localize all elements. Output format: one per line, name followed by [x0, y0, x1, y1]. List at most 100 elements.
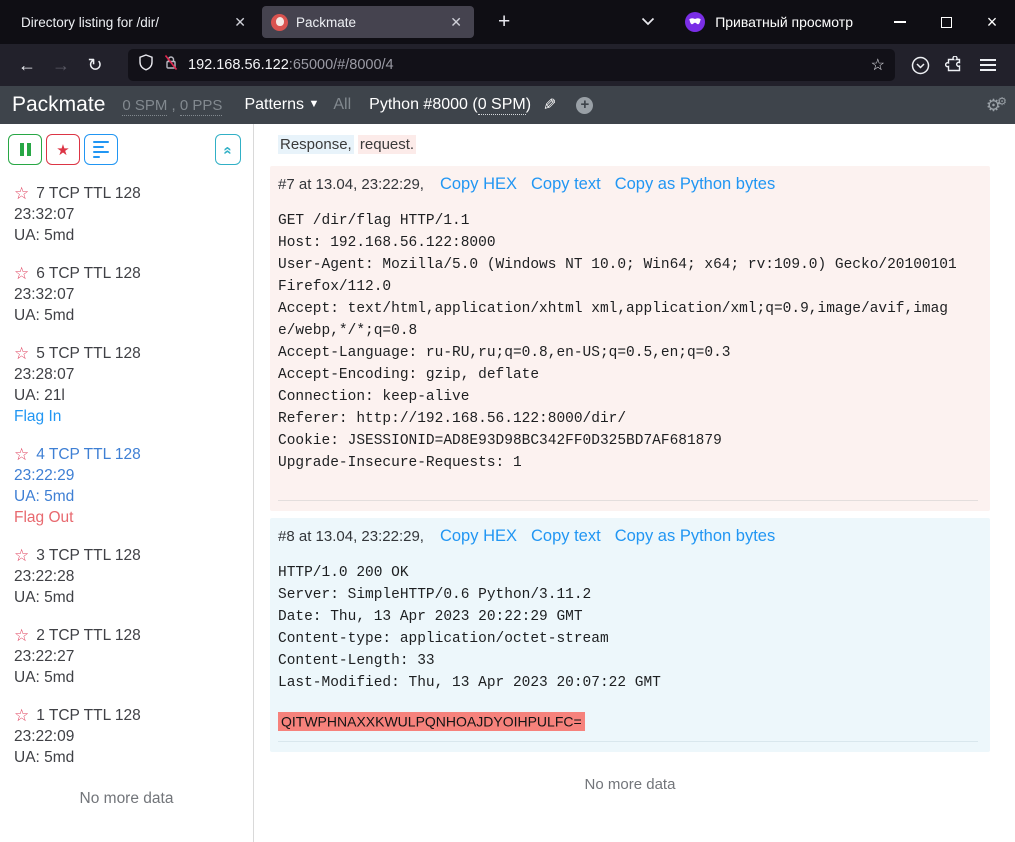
packet-list-item[interactable]: ☆3 TCP TTL 12823:22:28UA: 5md — [0, 545, 253, 608]
add-service-icon[interactable]: + — [576, 97, 593, 114]
packet-list-item[interactable]: ☆ 6 TCP TTL 12823:32:07UA: 5md — [0, 263, 253, 326]
settings-gears-icon[interactable]: ⚙⚙ — [986, 95, 1003, 116]
service-spm-stat: 0 SPM — [478, 96, 526, 115]
tab-packmate[interactable]: Packmate ✕ — [262, 6, 474, 38]
packet-list: ☆7 TCP TTL 12823:32:07UA: 5md☆6 TCP TTL … — [0, 183, 253, 768]
sidebar-toolbar: ★ « — [0, 134, 253, 165]
star-icon[interactable]: ☆ — [14, 446, 29, 463]
flag-in-link[interactable]: Flag In — [14, 406, 245, 427]
packet-entry-time: 23:22:27 — [14, 646, 245, 667]
list-view-button[interactable] — [84, 134, 118, 165]
bookmark-star-icon[interactable]: ☆ — [871, 55, 885, 75]
packet-divider — [278, 500, 978, 501]
close-icon[interactable]: × — [969, 0, 1015, 44]
pause-icon — [20, 143, 31, 156]
packet-entry-label: 6 TCP TTL 128 — [36, 263, 141, 284]
favorite-star-icon: ★ — [56, 141, 69, 159]
tab-close-icon[interactable]: ✕ — [447, 14, 465, 31]
private-browsing-indicator: Приватный просмотр — [685, 12, 853, 32]
star-icon[interactable]: ☆ — [14, 627, 29, 644]
summary-response-mark: Response, — [278, 135, 354, 154]
all-services-link[interactable]: All — [333, 96, 351, 114]
packet-header-label: #8 at 13.04, 23:22:29, — [278, 528, 424, 545]
packet-blocks: #7 at 13.04, 23:22:29,Copy HEXCopy textC… — [270, 166, 990, 752]
new-tab-icon[interactable]: + — [492, 10, 516, 34]
packet-list-item[interactable]: ☆1 TCP TTL 12823:22:09UA: 5md — [0, 705, 253, 768]
packmate-favicon-icon — [271, 14, 288, 31]
shield-icon[interactable] — [138, 54, 154, 76]
packet-list-item[interactable]: ☆4 TCP TTL 12823:22:29UA: 5mdFlag Out — [0, 444, 253, 528]
packet-entry-ua: UA: 5md — [14, 667, 245, 688]
browser-nav-bar: ← → ↻ 192.168.56.122:65000/#/8000/4 ☆ — [0, 44, 1015, 86]
window-controls: × — [877, 0, 1015, 44]
packet-payload-text: HTTP/1.0 200 OK Server: SimpleHTTP/0.6 P… — [278, 562, 957, 694]
packet-sidebar: ★ « ☆7 TCP TTL 12823:32:07UA: 5md☆6 TCP … — [0, 124, 254, 842]
packet-entry-title: ☆ 6 TCP TTL 128 — [14, 263, 245, 284]
tab-title: Packmate — [296, 15, 439, 30]
packet-entry-time: 23:32:07 — [14, 284, 245, 305]
tab-directory-listing[interactable]: Directory listing for /dir/ ✕ — [12, 6, 258, 38]
reload-icon[interactable]: ↻ — [78, 49, 112, 81]
packet-list-item[interactable]: ☆7 TCP TTL 12823:32:07UA: 5md — [0, 183, 253, 246]
maximize-icon[interactable] — [923, 0, 969, 44]
packet-entry-time: 23:22:09 — [14, 726, 245, 747]
packet-block-header: #7 at 13.04, 23:22:29,Copy HEXCopy textC… — [278, 175, 982, 194]
url-text[interactable]: 192.168.56.122:65000/#/8000/4 — [188, 57, 871, 73]
packet-entry-label: 5 TCP TTL 128 — [36, 343, 141, 364]
copy-hex-link[interactable]: Copy HEX — [440, 527, 517, 546]
packet-entry-ua: UA: 5md — [14, 747, 245, 768]
packet-entry-label: 2 TCP TTL 128 — [36, 625, 141, 646]
tab-list-chevron-icon[interactable] — [637, 9, 659, 35]
chevron-down-icon: ▼ — [308, 98, 319, 110]
packet-block-request: #7 at 13.04, 23:22:29,Copy HEXCopy textC… — [270, 166, 990, 511]
packet-entry-title: ☆ 5 TCP TTL 128 — [14, 343, 245, 364]
pocket-icon[interactable] — [903, 49, 937, 81]
scroll-top-button[interactable]: « — [215, 134, 241, 165]
service-tab-python-8000[interactable]: Python #8000 (0 SPM) — [369, 96, 531, 114]
packet-entry-title: ☆ 3 TCP TTL 128 — [14, 545, 245, 566]
favorites-filter-button[interactable]: ★ — [46, 134, 80, 165]
url-path: :65000/#/8000/4 — [289, 57, 394, 73]
tab-close-icon[interactable]: ✕ — [231, 14, 249, 31]
packet-entry-label: 3 TCP TTL 128 — [36, 545, 141, 566]
double-chevron-up-icon: « — [220, 146, 237, 152]
star-icon[interactable]: ☆ — [14, 547, 29, 564]
packet-divider — [278, 741, 978, 742]
insecure-lock-icon[interactable] — [163, 54, 179, 76]
star-icon[interactable]: ☆ — [14, 345, 29, 362]
packet-entry-ua: UA: 5md — [14, 305, 245, 326]
pause-button[interactable] — [8, 134, 42, 165]
flag-out-link[interactable]: Flag Out — [14, 507, 245, 528]
packet-entry-time: 23:32:07 — [14, 204, 245, 225]
tab-title: Directory listing for /dir/ — [21, 15, 223, 30]
extensions-icon[interactable] — [937, 49, 971, 81]
packet-entry-ua: UA: 5md — [14, 486, 245, 507]
packet-entry-title: ☆4 TCP TTL 128 — [14, 444, 245, 465]
copy-as-python-bytes-link[interactable]: Copy as Python bytes — [615, 175, 776, 194]
copy-hex-link[interactable]: Copy HEX — [440, 175, 517, 194]
star-icon[interactable]: ☆ — [14, 185, 29, 202]
edit-service-pencil-icon[interactable]: ✎ — [543, 95, 556, 115]
star-icon[interactable]: ☆ — [14, 265, 29, 282]
app-brand[interactable]: Packmate — [12, 93, 105, 117]
packet-detail-panel: Response, request. #7 at 13.04, 23:22:29… — [254, 124, 1015, 842]
packet-entry-ua: UA: 5md — [14, 225, 245, 246]
packet-summary: Response, request. — [278, 136, 990, 153]
star-icon[interactable]: ☆ — [14, 707, 29, 724]
copy-text-link[interactable]: Copy text — [531, 175, 601, 194]
copy-text-link[interactable]: Copy text — [531, 527, 601, 546]
packet-block-response: #8 at 13.04, 23:22:29, Copy HEX Copy text C… — [270, 518, 990, 752]
packet-list-item[interactable]: ☆ 2 TCP TTL 12823:22:27UA: 5md — [0, 625, 253, 688]
back-icon[interactable]: ← — [10, 49, 44, 81]
packet-list-item[interactable]: ☆5 TCP TTL 12823:28:07UA: 21lFlag In — [0, 343, 253, 427]
menu-icon[interactable] — [971, 49, 1005, 81]
copy-as-python-bytes-link[interactable]: Copy as Python bytes — [615, 527, 776, 546]
url-bar[interactable]: 192.168.56.122:65000/#/8000/4 ☆ — [128, 49, 895, 81]
patterns-menu[interactable]: Patterns ▼ — [244, 96, 319, 114]
flag-match-line: QITWPHNAXXKWULPQNHOAJDYOIHPULFC= — [278, 713, 982, 729]
minimize-icon[interactable] — [877, 0, 923, 44]
forward-icon[interactable]: → — [44, 49, 78, 81]
list-icon — [93, 138, 109, 160]
packet-entry-ua: UA: 21l — [14, 385, 245, 406]
spm-stat: 0 SPM — [122, 97, 167, 116]
